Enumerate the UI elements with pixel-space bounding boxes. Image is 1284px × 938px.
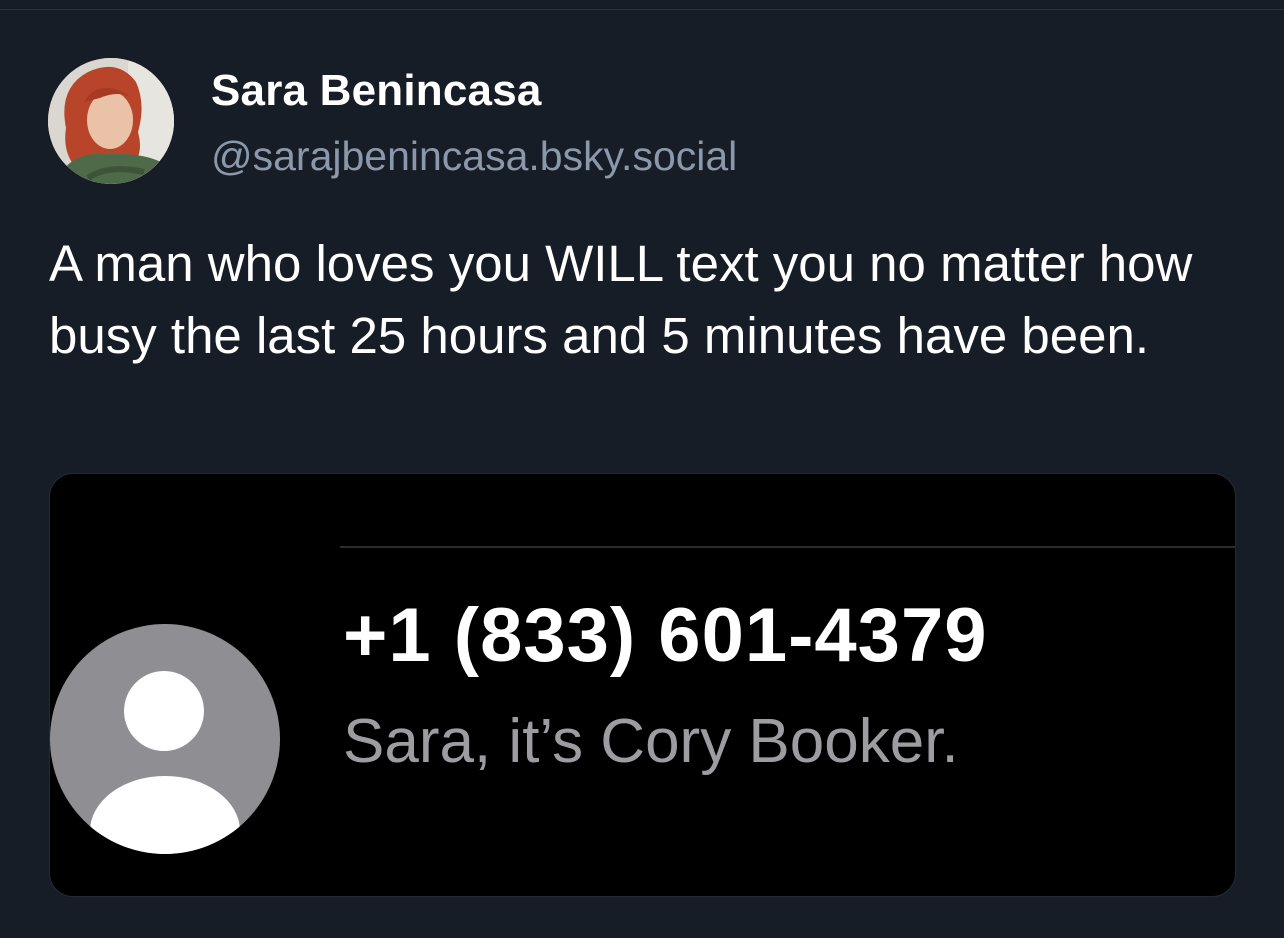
author-display-name[interactable]: Sara Benincasa (211, 66, 542, 116)
message-preview: Sara, it’s Cory Booker. (343, 707, 959, 776)
person-body-shape (90, 776, 240, 854)
author-handle[interactable]: @sarajbenincasa.bsky.social (211, 133, 737, 180)
phone-number: +1 (833) 601-4379 (343, 593, 988, 678)
embed-divider (340, 546, 1235, 548)
post-text: A man who loves you WILL text you no mat… (49, 235, 1193, 364)
author-avatar-image (48, 58, 174, 184)
author-avatar[interactable] (48, 58, 174, 184)
embedded-image[interactable]: +1 (833) 601-4379 Sara, it’s Cory Booker… (49, 473, 1236, 897)
person-head-shape (124, 671, 204, 751)
top-divider (0, 0, 1284, 10)
person-placeholder-icon (50, 624, 280, 854)
